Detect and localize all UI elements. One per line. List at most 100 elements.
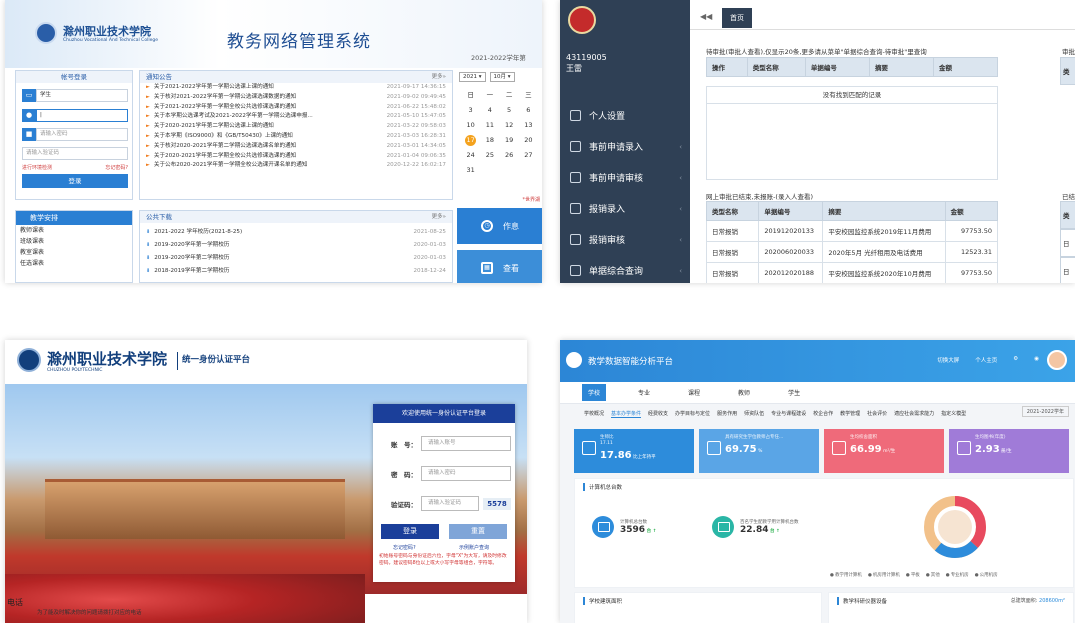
year-select[interactable]: 2021-2022学年 [1021, 406, 1069, 417]
captcha-field[interactable]: 请输入验证码 [22, 147, 128, 160]
notice-item[interactable]: ► 关于2021-2022学年第一学期全校公共选修课选课的通知 2021-06-22… [140, 103, 452, 113]
calendar-day[interactable]: 31 [461, 165, 480, 176]
subtab[interactable]: 办学目标与定位 [675, 410, 710, 418]
table-row[interactable]: 日常报销 202012020188 平安校园监控系统2020年10月费用 97753.… [705, 262, 999, 283]
notice-item[interactable]: ► 关于2020-2021学年第二学期公选课上课的通知 2021-03-22 09:… [140, 122, 452, 132]
notice-text[interactable]: 关于2021-2022学年第一学期全校公共选修课选课的通知 [150, 103, 384, 113]
notice-text[interactable]: 关于本学期公选课考试及2021-2022学年第一学期公选课申报... [150, 112, 384, 122]
more-link[interactable]: 更多» [432, 211, 446, 223]
tab-课程[interactable]: 课程 [682, 384, 706, 401]
calendar-day[interactable]: 10 [461, 120, 480, 131]
notice-item[interactable]: ► 关于公布2020-2021学年第一学期全校公选课开课名单的通知 2020-12-… [140, 161, 452, 171]
login-button[interactable]: 登录 [381, 524, 439, 539]
notice-item[interactable]: ► 关于本学期公选课考试及2021-2022学年第一学期公选课申报... 2021-… [140, 112, 452, 122]
download-item[interactable]: ⬇ 2019-2020学年第一学期校历 2020-01-03 [140, 239, 452, 252]
captcha-image[interactable]: 5578 [483, 497, 511, 510]
nav-item[interactable]: 教室课表 [16, 247, 132, 258]
env-check-link[interactable]: 进行环境检测 [22, 164, 52, 171]
calendar-day[interactable]: 17 [465, 135, 477, 146]
subtab[interactable]: 服务作用 [717, 410, 737, 418]
help-link[interactable]: 示例账户查询 [459, 544, 489, 551]
table-row[interactable]: 日常报销 201912020133 平安校园监控系统2019年11月费用 97753.… [705, 220, 999, 242]
nav-item[interactable]: 任选课表 [16, 258, 132, 269]
role-select[interactable]: ▭ 学生 [22, 89, 128, 102]
password-field[interactable]: ■ 请输入密码 [22, 128, 128, 141]
calendar-day[interactable]: 27 [519, 150, 538, 161]
calendar-day[interactable]: 5 [500, 105, 519, 116]
notice-text[interactable]: 关于2021-2022学年第一学期公选课上课的通知 [150, 83, 384, 93]
calendar-day[interactable]: 18 [480, 135, 499, 146]
tab-home[interactable]: 首页 [722, 8, 752, 28]
tab-学校[interactable]: 学校 [582, 384, 607, 401]
tab-专业[interactable]: 专业 [632, 384, 656, 401]
tab-教师[interactable]: 教师 [732, 384, 756, 401]
account-input[interactable]: 请输入账号 [421, 436, 511, 451]
reset-button[interactable]: 重置 [449, 524, 507, 539]
notification-icon[interactable]: ◉ [1034, 356, 1039, 364]
calendar-day[interactable]: 12 [500, 120, 519, 131]
captcha-input[interactable]: 请输入验证码 [421, 496, 479, 511]
calendar-day[interactable]: 26 [500, 150, 519, 161]
download-text[interactable]: 2019-2020学年第二学期校历 [150, 252, 384, 265]
year-select[interactable]: 2021 ▾ [459, 72, 486, 82]
subtab[interactable]: 教学管理 [840, 410, 860, 418]
notice-text[interactable]: 关于2020-2021学年第二学期公选课上课的通知 [150, 122, 384, 132]
settings-icon[interactable]: ⚙ [1013, 356, 1018, 364]
password-input[interactable]: 请输入密码 [421, 466, 511, 481]
subtab[interactable]: 专业与课程建设 [771, 410, 806, 418]
nav-item[interactable]: 班级课表 [16, 236, 132, 247]
nav-item[interactable]: 教师课表 [16, 225, 132, 236]
collapse-icon[interactable]: ◀◀ [700, 12, 712, 21]
forgot-password-link[interactable]: 忘记密码? [105, 164, 128, 171]
download-item[interactable]: ⬇ 2018-2019学年第二学期校历 2018-12-24 [140, 265, 452, 278]
calendar-day[interactable]: 11 [480, 120, 499, 131]
calendar-day[interactable]: 6 [519, 105, 538, 116]
notice-item[interactable]: ► 关于2021-2022学年第一学期公选课上课的通知 2021-09-17 14:… [140, 83, 452, 93]
view-tile[interactable]: ▦ 查看 [457, 250, 542, 283]
username-input[interactable]: | [36, 109, 128, 122]
download-text[interactable]: 2021-2022 学年校历(2021-8-25) [150, 226, 384, 239]
calendar-day[interactable]: 3 [461, 105, 480, 116]
tab-学生[interactable]: 学生 [782, 384, 806, 401]
password-input[interactable]: 请输入密码 [36, 128, 128, 141]
subtab[interactable]: 学校概况 [584, 410, 604, 418]
subtab[interactable]: 经费收支 [648, 410, 668, 418]
download-text[interactable]: 2019-2020学年第一学期校历 [150, 239, 384, 252]
notice-text[interactable]: 关于2020-2021学年第二学期全校公共选修课选课的通知 [150, 152, 384, 162]
table-row[interactable]: 日常报销 202006020033 2020年5月 光纤租用及电话费用 12523.3… [705, 241, 999, 263]
calendar-day[interactable]: 19 [500, 135, 519, 146]
menu-item[interactable]: 事前申请审核 ‹ [560, 162, 690, 193]
notice-item[interactable]: ► 关于2020-2021学年第二学期全校公共选修课选课的通知 2021-01-04… [140, 152, 452, 162]
month-select[interactable]: 10月 ▾ [489, 72, 515, 82]
menu-item[interactable]: 单据综合查询 ‹ [560, 255, 690, 283]
menu-item[interactable]: 报销审核 ‹ [560, 224, 690, 255]
calendar-day[interactable]: 4 [480, 105, 499, 116]
subtab[interactable]: 指定义模型 [941, 410, 966, 418]
calendar-day[interactable]: 20 [519, 135, 538, 146]
download-item[interactable]: ⬇ 2019-2020学年第二学期校历 2020-01-03 [140, 252, 452, 265]
menu-item[interactable]: 报销录入 ‹ [560, 193, 690, 224]
captcha-input[interactable]: 请输入验证码 [22, 147, 128, 160]
subtab[interactable]: 师资队伍 [744, 410, 764, 418]
subtab[interactable]: 社会评价 [867, 410, 887, 418]
calendar-day[interactable]: 13 [519, 120, 538, 131]
login-button[interactable]: 登录 [22, 174, 128, 188]
notice-item[interactable]: ► 关于本学期《ISO9000》和《GB/T50430》上课的通知 2021-03-… [140, 132, 452, 142]
calendar-day[interactable]: 25 [480, 150, 499, 161]
download-text[interactable]: 2018-2019学年第二学期校历 [150, 265, 384, 278]
avatar[interactable] [1047, 350, 1067, 370]
notice-text[interactable]: 关于公布2020-2021学年第一学期全校公选课开课名单的通知 [150, 161, 384, 171]
menu-item[interactable]: 事前申请录入 ‹ [560, 131, 690, 162]
forgot-password-link[interactable]: 忘记密码? [393, 544, 416, 551]
more-link[interactable]: 更多» [432, 71, 446, 83]
notice-text[interactable]: 关于本学期《ISO9000》和《GB/T50430》上课的通知 [150, 132, 384, 142]
big-screen-link[interactable]: 切换大屏 [937, 356, 959, 364]
menu-item[interactable]: 个人设置 [560, 100, 690, 131]
notice-item[interactable]: ► 关于核对2020-2021学年第二学期公选课选课名单的通知 2021-03-01… [140, 142, 452, 152]
subtab[interactable]: 基本办学条件 [611, 410, 642, 418]
username-field[interactable]: ● | [22, 109, 128, 122]
calendar-day[interactable]: 24 [461, 150, 480, 161]
home-link[interactable]: 个人主页 [975, 356, 997, 364]
notice-item[interactable]: ► 关于核对2021-2022学年第一学期公选课选课数据的通知 2021-09-02… [140, 93, 452, 103]
schedule-tile[interactable]: ◷ 作息 [457, 208, 542, 244]
